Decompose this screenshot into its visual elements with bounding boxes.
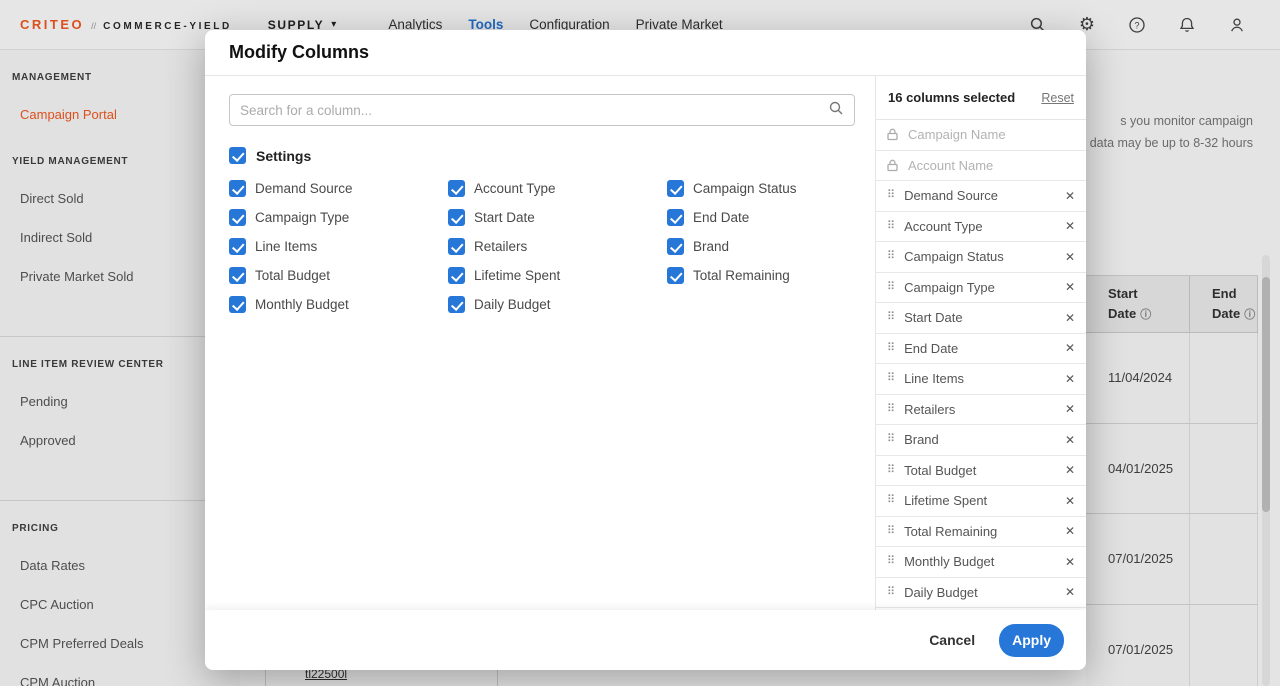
settings-group-checkbox[interactable]: Settings	[229, 147, 855, 164]
selected-column-row: ⠿Monthly Budget✕	[876, 547, 1086, 578]
column-search-box	[229, 94, 855, 126]
modal-body: Settings Demand Source Account Type Camp…	[205, 76, 1086, 610]
remove-column-icon[interactable]: ✕	[1065, 555, 1075, 569]
checkbox-checked-icon[interactable]	[448, 209, 465, 226]
checkbox-lifetime-spent[interactable]: Lifetime Spent	[448, 267, 667, 284]
selected-column-row: ⠿Total Budget✕	[876, 456, 1086, 487]
selected-column-row: ⠿End Date✕	[876, 334, 1086, 365]
drag-handle-icon[interactable]: ⠿	[887, 312, 895, 323]
locked-column-row: Campaign Name	[876, 120, 1086, 151]
drag-handle-icon[interactable]: ⠿	[887, 373, 895, 384]
checkbox-start-date[interactable]: Start Date	[448, 209, 667, 226]
checkbox-demand-source[interactable]: Demand Source	[229, 180, 448, 197]
checkbox-checked-icon[interactable]	[448, 238, 465, 255]
drag-handle-icon[interactable]: ⠿	[887, 465, 895, 476]
remove-column-icon[interactable]: ✕	[1065, 372, 1075, 386]
remove-column-icon[interactable]: ✕	[1065, 189, 1075, 203]
column-checkbox-grid: Demand Source Account Type Campaign Stat…	[229, 180, 855, 313]
checkbox-checked-icon[interactable]	[229, 296, 246, 313]
remove-column-icon[interactable]: ✕	[1065, 463, 1075, 477]
drag-handle-icon[interactable]: ⠿	[887, 404, 895, 415]
modal-header: Modify Columns	[205, 30, 1086, 76]
checkbox-account-type[interactable]: Account Type	[448, 180, 667, 197]
remove-column-icon[interactable]: ✕	[1065, 494, 1075, 508]
checkbox-checked-icon[interactable]	[667, 267, 684, 284]
selected-column-row: ⠿Line Items✕	[876, 364, 1086, 395]
selected-column-row: ⠿Total Remaining✕	[876, 517, 1086, 548]
column-search-input[interactable]	[240, 103, 828, 118]
checkbox-checked-icon[interactable]	[229, 238, 246, 255]
search-icon	[828, 100, 844, 121]
remove-column-icon[interactable]: ✕	[1065, 402, 1075, 416]
selected-column-row: ⠿Demand Source✕	[876, 181, 1086, 212]
modal-footer: Cancel Apply	[205, 610, 1086, 670]
modify-columns-modal: Modify Columns Settings Demand Source Ac…	[205, 30, 1086, 670]
selected-column-row: ⠿Daily Budget✕	[876, 578, 1086, 609]
selected-column-row: ⠿Campaign Status✕	[876, 242, 1086, 273]
selected-column-row: ⠿Start Date✕	[876, 303, 1086, 334]
checkbox-total-remaining[interactable]: Total Remaining	[667, 267, 855, 284]
column-picker-pane: Settings Demand Source Account Type Camp…	[205, 76, 875, 610]
lock-icon	[887, 128, 899, 141]
drag-handle-icon[interactable]: ⠿	[887, 221, 895, 232]
drag-handle-icon[interactable]: ⠿	[887, 587, 895, 598]
drag-handle-icon[interactable]: ⠿	[887, 434, 895, 445]
checkbox-checked-icon[interactable]	[448, 180, 465, 197]
cancel-button[interactable]: Cancel	[929, 632, 975, 648]
reset-link[interactable]: Reset	[1041, 91, 1074, 105]
checkbox-checked-icon[interactable]	[229, 209, 246, 226]
selected-columns-header: 16 columns selected Reset	[876, 76, 1086, 120]
remove-column-icon[interactable]: ✕	[1065, 524, 1075, 538]
selected-column-row: ⠿Account Type✕	[876, 212, 1086, 243]
drag-handle-icon[interactable]: ⠿	[887, 282, 895, 293]
drag-handle-icon[interactable]: ⠿	[887, 190, 895, 201]
remove-column-icon[interactable]: ✕	[1065, 585, 1075, 599]
checkbox-checked-icon[interactable]	[229, 180, 246, 197]
lock-icon	[887, 159, 899, 172]
checkbox-checked-icon[interactable]	[448, 267, 465, 284]
checkbox-end-date[interactable]: End Date	[667, 209, 855, 226]
apply-button[interactable]: Apply	[999, 624, 1064, 657]
checkbox-total-budget[interactable]: Total Budget	[229, 267, 448, 284]
drag-handle-icon[interactable]: ⠿	[887, 556, 895, 567]
remove-column-icon[interactable]: ✕	[1065, 311, 1075, 325]
checkbox-line-items[interactable]: Line Items	[229, 238, 448, 255]
checkbox-checked-icon[interactable]	[229, 267, 246, 284]
checkbox-checked-icon[interactable]	[448, 296, 465, 313]
checkbox-campaign-type[interactable]: Campaign Type	[229, 209, 448, 226]
selected-column-row: ⠿Lifetime Spent✕	[876, 486, 1086, 517]
checkbox-checked-icon[interactable]	[667, 180, 684, 197]
checkbox-retailers[interactable]: Retailers	[448, 238, 667, 255]
drag-handle-icon[interactable]: ⠿	[887, 251, 895, 262]
checkbox-checked-icon[interactable]	[667, 209, 684, 226]
app-screen: CRITEO // COMMERCE-YIELD SUPPLY ▾ Analyt…	[0, 0, 1280, 686]
remove-column-icon[interactable]: ✕	[1065, 280, 1075, 294]
remove-column-icon[interactable]: ✕	[1065, 341, 1075, 355]
remove-column-icon[interactable]: ✕	[1065, 250, 1075, 264]
remove-column-icon[interactable]: ✕	[1065, 219, 1075, 233]
checkbox-checked-icon[interactable]	[667, 238, 684, 255]
checkbox-brand[interactable]: Brand	[667, 238, 855, 255]
modal-title: Modify Columns	[229, 42, 369, 63]
locked-column-row: Account Name	[876, 151, 1086, 182]
checkbox-checked-icon[interactable]	[229, 147, 246, 164]
drag-handle-icon[interactable]: ⠿	[887, 526, 895, 537]
selected-column-row: ⠿Retailers✕	[876, 395, 1086, 426]
checkbox-monthly-budget[interactable]: Monthly Budget	[229, 296, 448, 313]
selected-columns-panel: 16 columns selected Reset Campaign Name …	[875, 76, 1086, 610]
selected-count-label: 16 columns selected	[888, 90, 1015, 105]
selected-column-row: ⠿Brand✕	[876, 425, 1086, 456]
drag-handle-icon[interactable]: ⠿	[887, 495, 895, 506]
selected-column-row: ⠿Campaign Type✕	[876, 273, 1086, 304]
remove-column-icon[interactable]: ✕	[1065, 433, 1075, 447]
checkbox-daily-budget[interactable]: Daily Budget	[448, 296, 667, 313]
drag-handle-icon[interactable]: ⠿	[887, 343, 895, 354]
settings-group-label: Settings	[256, 148, 311, 164]
checkbox-campaign-status[interactable]: Campaign Status	[667, 180, 855, 197]
